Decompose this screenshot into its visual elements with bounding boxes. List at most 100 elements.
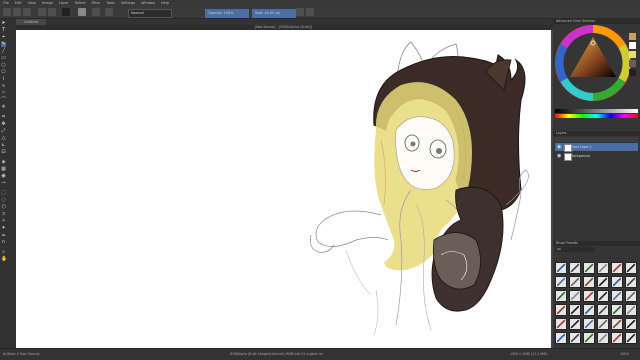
menu-filter[interactable]: Filter (89, 1, 104, 5)
mirror-vertical-button[interactable] (306, 8, 314, 16)
brush-preset-item[interactable] (611, 304, 623, 316)
redo-button[interactable] (48, 8, 56, 16)
new-document-button[interactable] (3, 8, 11, 16)
bezier-icon[interactable]: ∿ (1, 84, 6, 89)
blend-mode-select[interactable]: Normal (128, 9, 172, 18)
bezier-select-icon[interactable]: ⌓ (1, 233, 6, 238)
assistant-icon[interactable]: △ (1, 136, 6, 141)
fill-icon[interactable]: ◈ (1, 160, 6, 165)
edit-shapes-icon[interactable]: ⌖ (1, 35, 6, 40)
brush-preset-item[interactable] (583, 332, 595, 344)
contiguous-select-icon[interactable]: ✧ (1, 219, 6, 224)
layer-row-paint[interactable]: ◉ Paint Layer 1 (555, 143, 638, 152)
freehand-select-icon[interactable]: ↄ (1, 212, 6, 217)
brush-preset-item[interactable] (597, 304, 609, 316)
brush-preset-item[interactable] (625, 318, 637, 330)
menu-edit[interactable]: Edit (12, 1, 25, 5)
text-icon[interactable]: T (1, 28, 6, 33)
brush-preset-item[interactable] (597, 262, 609, 274)
freehand-brush-icon[interactable]: ✎ (1, 42, 6, 47)
save-button[interactable] (23, 8, 31, 16)
reference-icon[interactable]: ⊡ (1, 150, 6, 155)
gradient-icon[interactable]: ▦ (1, 167, 6, 172)
eye-icon[interactable]: ◉ (557, 153, 561, 159)
mirror-horizontal-button[interactable] (296, 8, 304, 16)
brush-preset-item[interactable] (625, 290, 637, 302)
menu-select[interactable]: Select (72, 1, 89, 5)
brush-preset-item[interactable] (569, 262, 581, 274)
size-slider[interactable]: Size: 40.00 px (252, 9, 296, 18)
menu-window[interactable]: Window (138, 1, 158, 5)
brush-preset-item[interactable] (625, 262, 637, 274)
similar-select-icon[interactable]: ✦ (1, 226, 6, 231)
brush-preset-item[interactable] (569, 276, 581, 288)
menu-file[interactable]: File (0, 1, 12, 5)
brush-preset-item[interactable] (555, 332, 567, 344)
menu-view[interactable]: View (25, 1, 39, 5)
brush-preset-item[interactable] (583, 262, 595, 274)
presets-filter[interactable]: All (555, 247, 595, 252)
brush-settings-button[interactable] (92, 8, 100, 16)
polygon-icon[interactable]: ⬠ (1, 70, 6, 75)
colorize-icon[interactable]: ◉ (1, 174, 6, 179)
brush-preset-item[interactable] (555, 304, 567, 316)
measure-icon[interactable]: ⊾ (1, 143, 6, 148)
brush-preset-item[interactable] (625, 332, 637, 344)
layer-row-background[interactable]: ◉ Background (555, 152, 638, 161)
brush-preset-item[interactable] (611, 318, 623, 330)
brush-preset-item[interactable] (625, 276, 637, 288)
eyedropper-icon[interactable]: ⊸ (1, 181, 6, 186)
menu-layer[interactable]: Layer (56, 1, 72, 5)
menu-image[interactable]: Image (39, 1, 56, 5)
menu-help[interactable]: Help (158, 1, 172, 5)
brush-preset-item[interactable] (611, 262, 623, 274)
brush-preset-item[interactable] (569, 318, 581, 330)
brush-preset-item[interactable] (611, 290, 623, 302)
ellipse-select-icon[interactable]: ◌ (1, 198, 6, 203)
layer-toolbar[interactable] (555, 137, 638, 142)
color-wheel[interactable] (555, 25, 638, 107)
polyline-icon[interactable]: ⌇ (1, 77, 6, 82)
zoom-icon[interactable]: ⌕ (1, 250, 6, 255)
brush-preset-item[interactable] (555, 262, 567, 274)
dynamic-brush-icon[interactable]: ⌒ (1, 98, 6, 103)
eye-icon[interactable]: ◉ (557, 144, 561, 150)
opacity-slider[interactable]: Opacity: 100% (205, 9, 249, 18)
menu-tools[interactable]: Tools (103, 1, 118, 5)
brush-preset-item[interactable] (569, 304, 581, 316)
brush-preset-item[interactable] (597, 332, 609, 344)
hue-slider[interactable] (555, 114, 638, 118)
gradient-button[interactable] (105, 8, 113, 16)
pattern-swatch[interactable] (78, 8, 86, 16)
brush-preset-item[interactable] (555, 318, 567, 330)
menu-settings[interactable]: Settings (118, 1, 138, 5)
brush-preset-item[interactable] (583, 304, 595, 316)
rectangle-icon[interactable]: ▭ (1, 56, 6, 61)
ellipse-icon[interactable]: ○ (1, 63, 6, 68)
open-button[interactable] (13, 8, 21, 16)
brush-preset-item[interactable] (597, 290, 609, 302)
brush-preset-item[interactable] (583, 290, 595, 302)
multibrush-icon[interactable]: ✳ (1, 105, 6, 110)
freehand-path-icon[interactable]: ~ (1, 91, 6, 96)
brush-preset-item[interactable] (597, 276, 609, 288)
brush-preset-item[interactable] (583, 276, 595, 288)
transform-icon[interactable]: ⤢ (1, 129, 6, 134)
brush-preset-item[interactable] (583, 318, 595, 330)
brush-preset-item[interactable] (625, 304, 637, 316)
brush-preset-item[interactable] (555, 276, 567, 288)
drawing-canvas[interactable] (16, 30, 551, 348)
value-slider[interactable] (555, 109, 638, 113)
crop-icon[interactable]: ⌗ (1, 115, 6, 120)
status-zoom[interactable]: 100% (620, 352, 629, 356)
rect-select-icon[interactable]: ⬚ (1, 191, 6, 196)
brush-preset-item[interactable] (611, 276, 623, 288)
move-icon[interactable]: ✥ (1, 122, 6, 127)
undo-button[interactable] (38, 8, 46, 16)
pan-icon[interactable]: ✋ (1, 257, 7, 262)
brush-preset-item[interactable] (555, 290, 567, 302)
line-icon[interactable]: ╱ (1, 49, 6, 54)
magnetic-select-icon[interactable]: ∩ (1, 240, 6, 245)
brush-preset-item[interactable] (597, 318, 609, 330)
select-icon[interactable]: ➤ (1, 21, 6, 26)
